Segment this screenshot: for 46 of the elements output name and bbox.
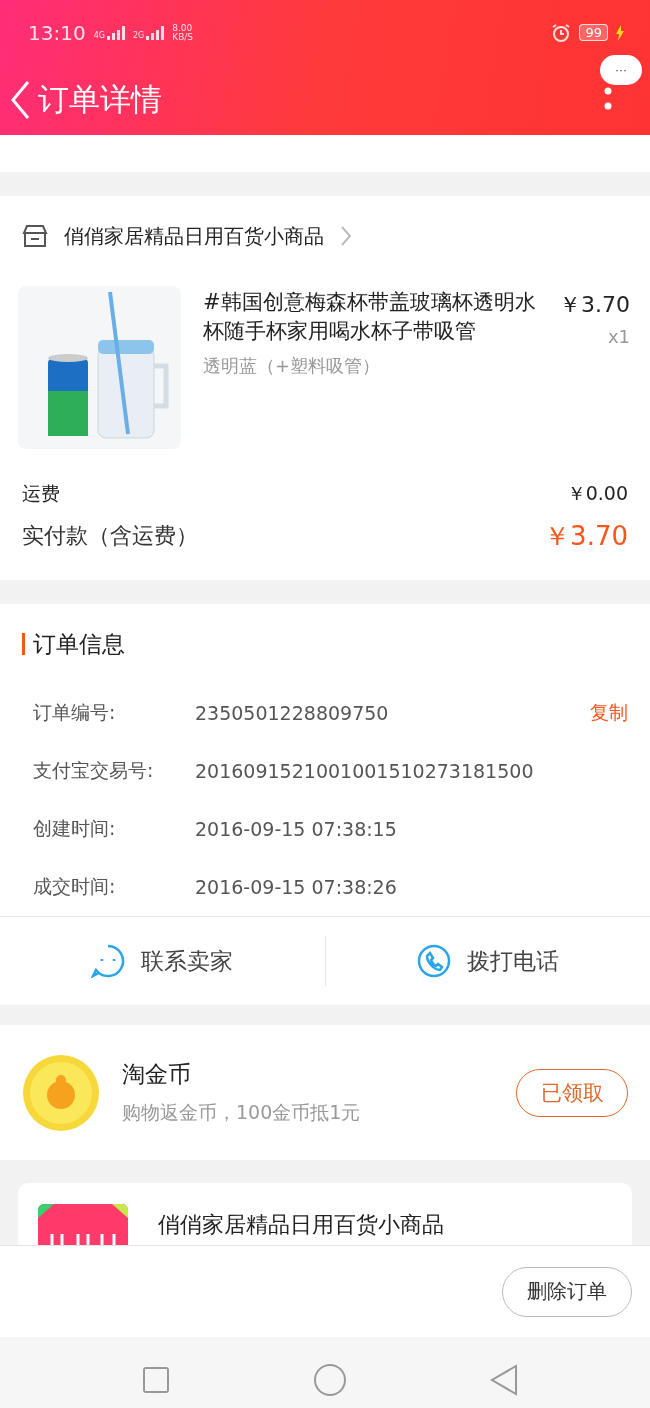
info-label: 订单编号: <box>33 700 117 725</box>
signal-icon <box>106 25 125 40</box>
coin-title: 淘金币 <box>122 1060 192 1089</box>
more-button[interactable]: ··· <box>600 55 642 85</box>
section-title: 订单信息 <box>22 633 125 655</box>
info-value: 2016-09-15 07:38:26 <box>195 876 398 898</box>
alarm-icon <box>551 22 572 43</box>
page-title: 订单详情 <box>38 80 162 119</box>
info-value: 2016-09-15 07:38:15 <box>195 818 398 840</box>
shop-icon <box>22 224 48 248</box>
shop-card[interactable]: 俏俏家居精品日用百货小商品 <box>18 1183 632 1245</box>
network-speed: 8.00 <box>172 23 194 33</box>
fee-label: 实付款（含运费） <box>22 522 198 550</box>
coin-description: 购物返金币，100金币抵1元 <box>122 1100 362 1125</box>
info-label: 创建时间: <box>33 816 117 841</box>
shop-name[interactable]: 俏俏家居精品日用百货小商品 <box>64 222 324 250</box>
action-button[interactable]: 联系卖家 <box>0 943 325 979</box>
speed-unit: KB/S <box>172 32 194 42</box>
info-value: 2350501228809750 <box>195 702 390 724</box>
chevron-icon[interactable] <box>340 225 352 247</box>
signal-icon <box>146 25 165 40</box>
action-button[interactable]: 拨打电话 <box>325 943 650 979</box>
info-label: 成交时间: <box>33 874 117 899</box>
back-nav-icon[interactable] <box>490 1364 519 1396</box>
dots-icon[interactable] <box>604 87 612 111</box>
chat-bubble-icon <box>91 944 126 978</box>
shop-name: 俏俏家居精品日用百货小商品 <box>158 1211 444 1239</box>
network-label: 2G <box>132 30 145 40</box>
fee-value: ￥0.00 <box>566 481 628 506</box>
delete-order-button[interactable]: 删除订单 <box>502 1266 632 1317</box>
product-variant: 透明蓝（+塑料吸管） <box>203 354 382 378</box>
info-label: 支付宝交易号: <box>33 758 155 783</box>
recent-apps-icon[interactable] <box>141 1366 170 1394</box>
phone-icon <box>416 944 451 978</box>
coin-icon <box>22 1053 100 1132</box>
fee-label: 运费 <box>22 481 60 506</box>
info-value: 2016091521001001510273181500 <box>195 760 535 782</box>
battery-level: 99 <box>579 24 608 41</box>
network-label: 4G <box>93 30 105 40</box>
home-icon[interactable] <box>313 1363 347 1397</box>
product-price: ￥3.70 <box>558 291 630 319</box>
product-quantity: x1 <box>606 326 630 347</box>
status-time: 13:10 <box>28 20 86 45</box>
product-title[interactable]: #韩国创意梅森杯带盖玻璃杯透明水杯随手杯家用喝水杯子带吸管 <box>203 288 540 346</box>
back-icon[interactable] <box>10 80 32 120</box>
fee-value: ￥3.70 <box>544 519 628 553</box>
